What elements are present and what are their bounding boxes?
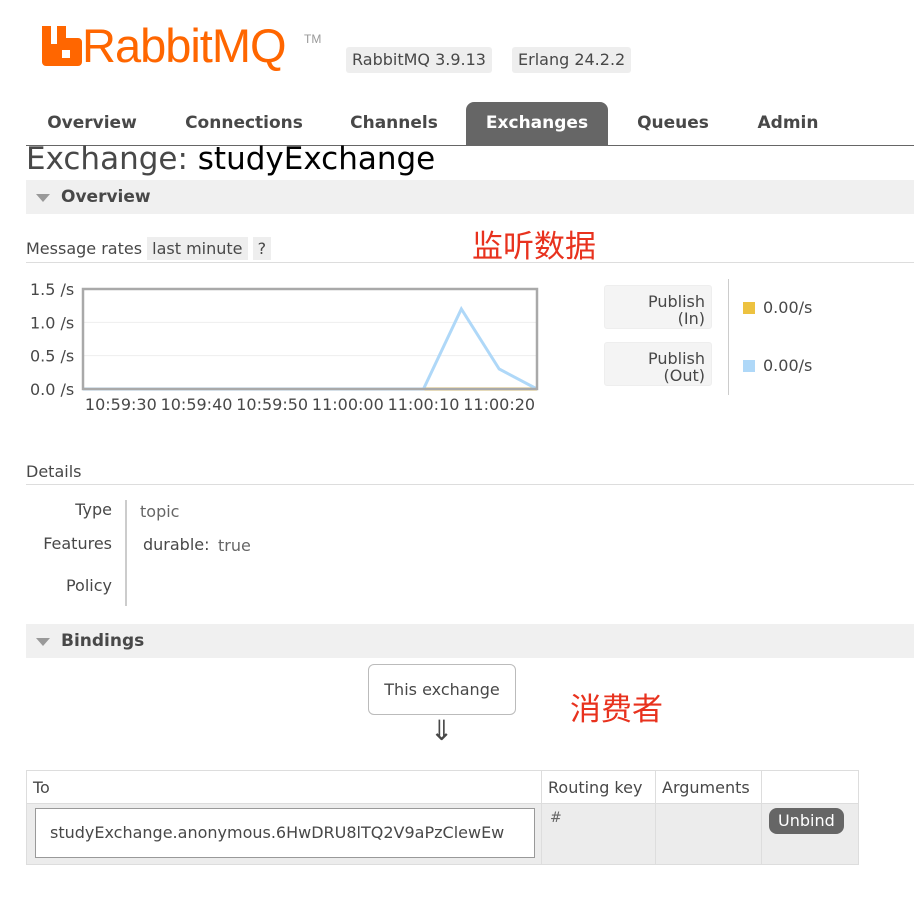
bindings-section-toggle[interactable]: Bindings [26, 624, 914, 658]
y-tick-label: 1.0 /s [30, 313, 74, 332]
details-heading: Details [26, 462, 82, 481]
collapse-triangle-icon [36, 638, 50, 646]
tab-connections[interactable]: Connections [172, 102, 316, 145]
rabbitmq-logo[interactable]: RabbitMQ TM [42, 18, 342, 74]
message-rates-label: Message rates [26, 239, 143, 258]
legend-divider [728, 279, 729, 395]
tab-admin[interactable]: Admin [744, 102, 832, 145]
overview-section-toggle[interactable]: Overview [26, 180, 914, 214]
message-rates-row: Message rates last minute ? [26, 237, 272, 260]
annotation-consumer: 消费者 [570, 692, 663, 728]
legend-publish-out-line1: Publish [647, 349, 705, 368]
column-header-actions [761, 770, 859, 804]
y-tick-label: 0.0 /s [30, 380, 74, 399]
features-label: Features [43, 534, 112, 553]
logo-text: RabbitMQ [82, 19, 287, 72]
legend-publish-out-swatch [743, 360, 755, 372]
rabbit-logo-icon [42, 26, 82, 66]
erlang-version-badge: Erlang 24.2.2 [512, 47, 632, 73]
tab-queues[interactable]: Queues [624, 102, 722, 145]
x-tick-label: 11:00:20 [463, 395, 535, 414]
page-title-prefix: Exchange: [26, 141, 188, 177]
collapse-triangle-icon [36, 194, 50, 202]
tab-channels[interactable]: Channels [336, 102, 452, 145]
bindings-table: To Routing key Arguments studyExchange.a… [26, 770, 859, 865]
legend-publish-in-value: 0.00/s [763, 298, 813, 317]
table-header-row: To Routing key Arguments [26, 770, 859, 804]
binding-destination-cell: studyExchange.anonymous.6HwDRU8lTQ2V9aPz… [26, 803, 542, 865]
x-tick-label: 10:59:40 [161, 395, 233, 414]
details-divider-line [26, 484, 914, 485]
rate-range-selector[interactable]: last minute [147, 237, 248, 260]
routing-key-value: # [550, 810, 562, 826]
message-rates-chart: 1.5 /s 1.0 /s 0.5 /s 0.0 /s 10:59:30 10:59:4… [30, 280, 539, 414]
rates-divider [26, 262, 914, 263]
y-tick-label: 1.5 /s [30, 280, 74, 299]
annotation-monitor-data: 监听数据 [472, 229, 596, 265]
features-key: durable: [143, 535, 210, 554]
tab-overview[interactable]: Overview [30, 102, 154, 145]
column-header-routing-key: Routing key [541, 770, 656, 804]
x-tick-label: 10:59:50 [236, 395, 308, 414]
arguments-cell [655, 803, 762, 865]
overview-section-label: Overview [61, 187, 151, 207]
page-title: Exchange: studyExchange [26, 141, 435, 177]
y-tick-label: 0.5 /s [30, 347, 74, 366]
tab-exchanges[interactable]: Exchanges [466, 102, 608, 145]
x-tick-label: 11:00:00 [312, 395, 384, 414]
legend-publish-in-swatch [743, 302, 755, 314]
type-value: topic [140, 502, 180, 521]
policy-label: Policy [65, 576, 112, 595]
bindings-section-label: Bindings [61, 631, 145, 651]
rabbitmq-version-badge: RabbitMQ 3.9.13 [346, 47, 492, 73]
chart-frame [81, 287, 539, 391]
this-exchange-box: This exchange [368, 664, 516, 715]
x-tick-label: 10:59:30 [85, 395, 157, 414]
legend-publish-in-label: Publish (In) [604, 285, 712, 329]
details-column-divider [125, 500, 127, 606]
type-label: Type [75, 500, 112, 519]
logo-trademark: TM [304, 32, 322, 46]
binding-destination-link[interactable]: studyExchange.anonymous.6HwDRU8lTQ2V9aPz… [35, 808, 535, 858]
column-header-arguments: Arguments [655, 770, 762, 804]
help-button[interactable]: ? [252, 237, 272, 260]
legend-publish-in-line1: Publish [647, 292, 705, 311]
column-header-to: To [26, 770, 542, 804]
x-tick-label: 11:00:10 [388, 395, 460, 414]
routing-key-cell: # [541, 803, 656, 865]
legend-publish-out-label: Publish (Out) [604, 342, 712, 386]
action-cell: Unbind [761, 803, 859, 865]
series-line-publish-out [83, 305, 538, 391]
legend-publish-out-value: 0.00/s [763, 356, 813, 375]
legend-publish-out-line2: (Out) [663, 366, 706, 385]
legend-publish-in-line2: (In) [677, 309, 705, 328]
features-value: true [218, 536, 251, 555]
down-arrow-icon: ⇓ [430, 714, 454, 747]
table-row: studyExchange.anonymous.6HwDRU8lTQ2V9aPz… [26, 803, 859, 865]
exchange-name: studyExchange [197, 141, 436, 177]
unbind-button[interactable]: Unbind [769, 808, 844, 834]
